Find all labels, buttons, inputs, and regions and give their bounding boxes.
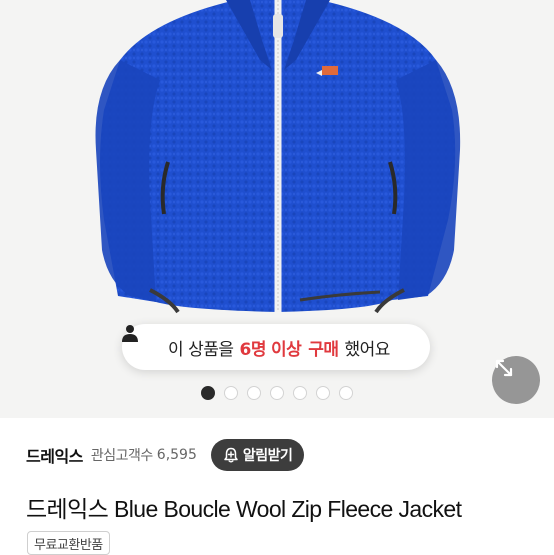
banner-count: 6명 <box>239 339 267 360</box>
alarm-button[interactable]: 알림받기 <box>210 439 305 471</box>
alarm-button-label: 알림받기 <box>242 448 293 464</box>
favorites-count: 6,595 <box>156 447 197 463</box>
pagination-dot[interactable] <box>247 386 261 400</box>
favorites-label: 관심고객수 <box>90 448 153 464</box>
pagination-dot[interactable] <box>339 386 353 400</box>
bell-plus-icon <box>224 447 238 463</box>
gallery-pagination <box>0 386 554 400</box>
pagination-dot[interactable] <box>293 386 307 400</box>
pagination-dot[interactable] <box>201 386 215 400</box>
pagination-dot[interactable] <box>316 386 330 400</box>
banner-action: 구매 <box>308 339 339 360</box>
expand-button[interactable] <box>492 356 540 404</box>
purchase-count-banner: 이 상품을 6명 이상 구매 했어요 <box>122 324 430 370</box>
store-info: 드레익스 관심고객수 6,595 알림받기 <box>26 438 536 472</box>
store-name[interactable]: 드레익스 <box>26 443 83 467</box>
banner-prefix: 이 상품을 <box>168 339 234 360</box>
product-image[interactable]: 이 상품을 6명 이상 구매 했어요 <box>0 0 554 418</box>
pagination-dot[interactable] <box>270 386 284 400</box>
expand-icon <box>495 359 513 377</box>
free-return-badge: 무료교환반품 <box>27 531 110 555</box>
product-title: 드레익스 Blue Boucle Wool Zip Fleece Jacket <box>26 496 462 522</box>
pagination-dot[interactable] <box>224 386 238 400</box>
banner-middle: 이상 <box>270 339 302 360</box>
banner-suffix: 했어요 <box>344 339 391 360</box>
